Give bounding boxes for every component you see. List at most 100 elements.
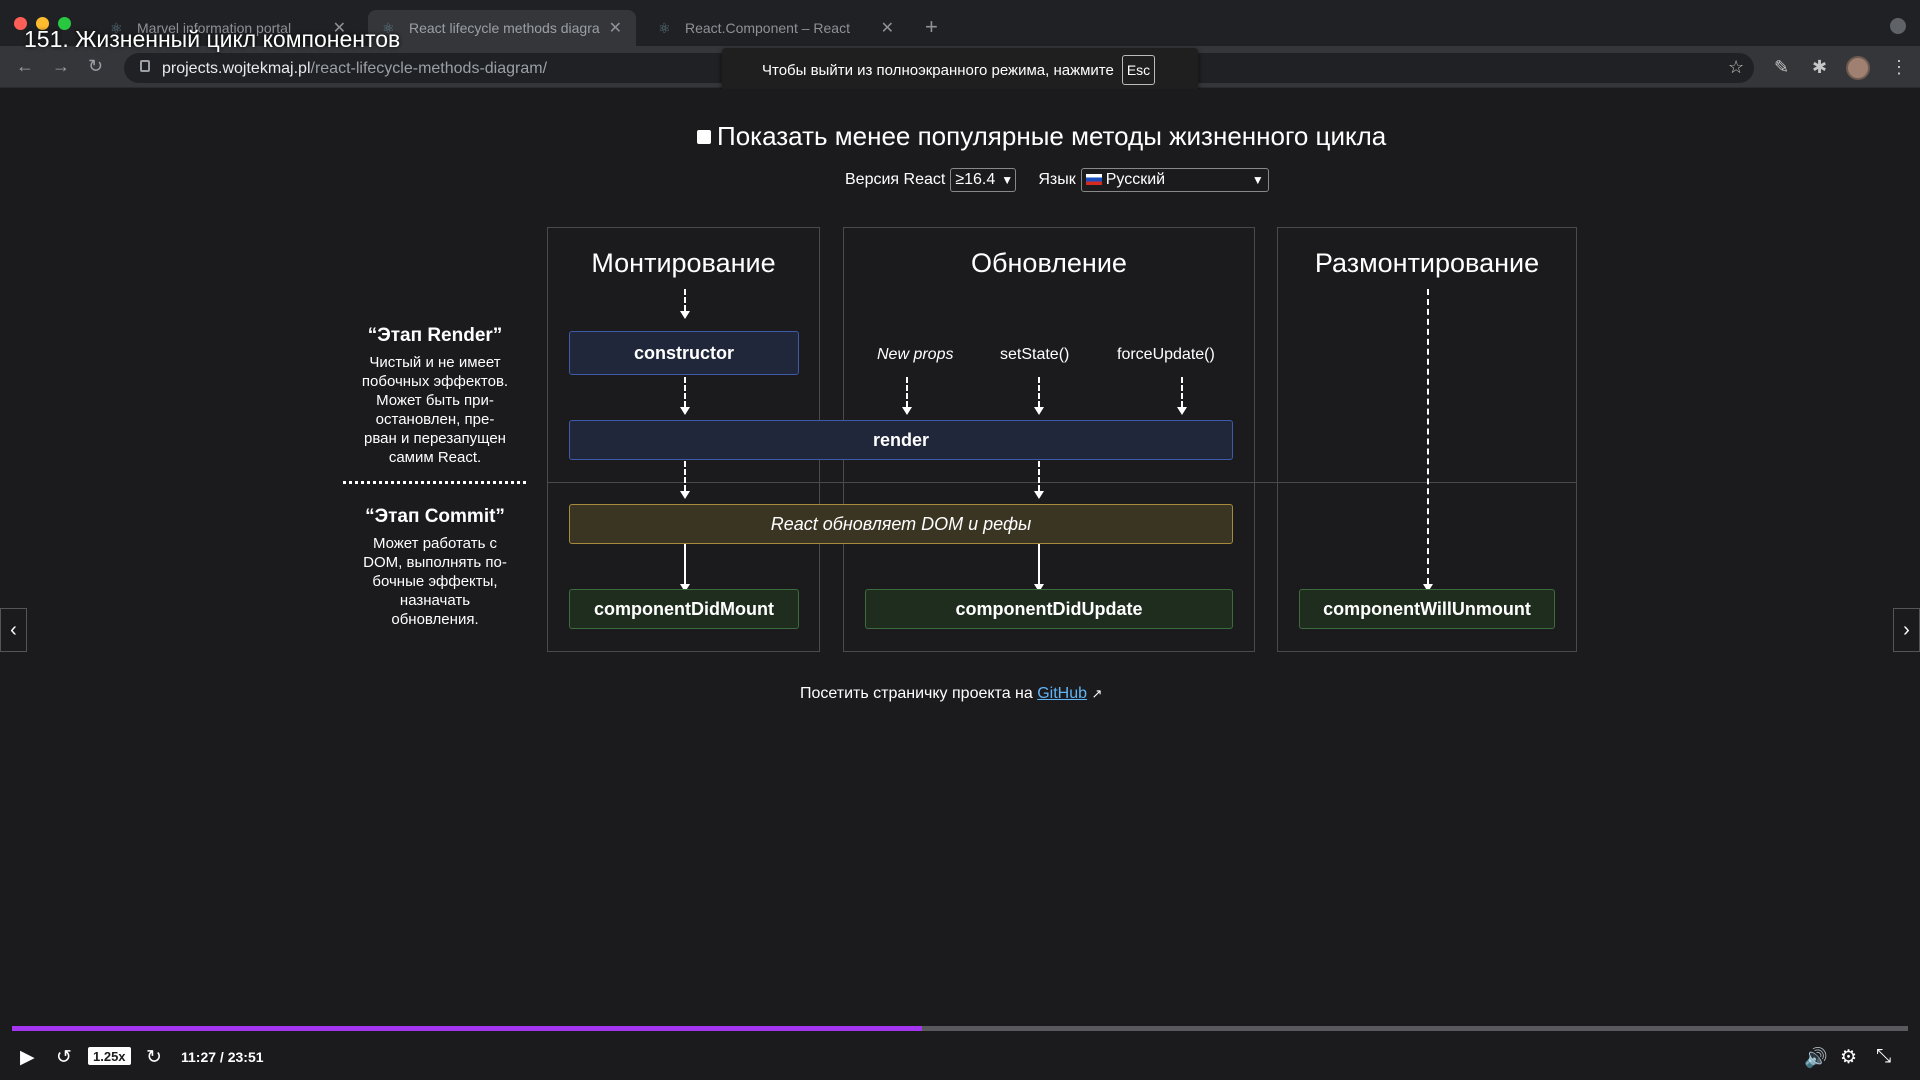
browser-tab-lifecycle[interactable]: ⚛ React lifecycle methods diagra ✕ — [368, 10, 636, 46]
arrow-line — [684, 377, 686, 407]
close-tab-icon[interactable]: ✕ — [881, 18, 894, 38]
render-phase-line: побочных эффектов. — [361, 373, 509, 390]
arrow-line — [1427, 289, 1429, 584]
chevron-down-icon: ▼ — [1001, 173, 1014, 187]
show-less-label: Показать менее популярные методы жизненн… — [717, 121, 1387, 151]
phase-dotted-separator — [343, 481, 526, 484]
force-update-trigger: forceUpdate() — [1117, 346, 1215, 363]
arrow-line — [684, 461, 686, 491]
arrow-head — [1177, 407, 1187, 415]
phase-divider-line — [547, 482, 1577, 483]
language-value: Русский — [1105, 171, 1166, 188]
react-version-select[interactable]: ≥16.4 ▼ — [950, 168, 1017, 192]
close-tab-icon[interactable]: ✕ — [609, 18, 622, 38]
diagram-controls: Версия React ≥16.4 ▼ Язык Русский ▼ — [845, 168, 1269, 192]
commit-phase-line: бочные эффекты, — [372, 573, 498, 590]
playback-time: 11:27 / 23:51 — [181, 1049, 264, 1065]
exit-fullscreen-icon[interactable]: ⤡ — [1876, 1046, 1891, 1068]
render-phase-description: “Этап Render” Чистый и не имеет побочных… — [340, 325, 530, 467]
reload-icon[interactable]: ↻ — [88, 56, 103, 77]
render-phase-line: Чистый и не имеет — [369, 354, 501, 371]
profile-avatar[interactable] — [1846, 56, 1870, 80]
component-will-unmount-box[interactable]: componentWillUnmount — [1299, 589, 1555, 629]
commit-phase-description: “Этап Commit” Может работать с DOM, выпо… — [340, 506, 530, 629]
arrow-line — [906, 377, 908, 407]
new-tab-button[interactable]: + — [925, 14, 938, 40]
commit-phase-title: “Этап Commit” — [365, 506, 505, 527]
arrow-head — [1034, 491, 1044, 499]
rewind-icon[interactable]: ↺ — [56, 1046, 72, 1069]
url-path: /react-lifecycle-methods-diagram/ — [310, 60, 548, 77]
unmounting-title: Размонтирование — [1314, 248, 1540, 278]
set-state-trigger: setState() — [1000, 346, 1070, 363]
url-text: projects.wojtekmaj.pl/react-lifecycle-me… — [162, 60, 547, 78]
fullscreen-exit-banner: Чтобы выйти из полноэкранного режима, на… — [722, 48, 1198, 92]
video-player-controls: ▶ ↺ 1.25x ↻ 11:27 / 23:51 🔊 ⚙ ⤡ — [0, 1019, 1920, 1080]
footer-text: Посетить страничку проекта на — [800, 685, 1033, 702]
github-link[interactable]: GitHub — [1037, 685, 1087, 702]
url-host: projects.wojtekmaj.pl — [162, 60, 311, 77]
mounting-title: Монтирование — [591, 248, 776, 278]
arrow-line — [1038, 377, 1040, 407]
back-arrow-icon[interactable]: ← — [16, 56, 34, 77]
render-phase-line: самим React. — [388, 449, 482, 466]
forward-arrow-icon[interactable]: → — [52, 56, 70, 77]
arrow-head — [680, 491, 690, 499]
forward-icon[interactable]: ↻ — [146, 1046, 162, 1069]
commit-phase-line: Может работать с — [372, 535, 498, 552]
component-did-update-box[interactable]: componentDidUpdate — [865, 589, 1233, 629]
progress-bar[interactable] — [12, 1026, 1908, 1031]
tab-label: React.Component – React — [685, 20, 850, 36]
extensions-puzzle-icon[interactable]: ✱ — [1812, 57, 1827, 78]
render-phase-line: Может быть при- — [376, 392, 494, 409]
chevron-right-icon: › — [1903, 618, 1910, 641]
tab-search-icon[interactable] — [1890, 18, 1906, 34]
browser-tab-react-component[interactable]: ⚛ React.Component – React ✕ — [644, 10, 908, 46]
chevron-down-icon: ▼ — [1251, 173, 1264, 187]
arrow-head — [902, 407, 912, 415]
arrow-line — [684, 544, 686, 584]
tab-label: React lifecycle methods diagra — [409, 20, 600, 36]
language-label: Язык — [1038, 171, 1076, 188]
lifecycle-diagram-page: Показать менее популярные методы жизненн… — [0, 89, 1920, 1019]
render-phase-text: Чистый и не имеет побочных эффектов. Мож… — [340, 353, 530, 467]
constructor-box[interactable]: constructor — [569, 331, 799, 375]
fullscreen-banner-text: Чтобы выйти из полноэкранного режима, на… — [762, 61, 1114, 79]
commit-phase-line: назначать — [399, 592, 471, 609]
volume-icon[interactable]: 🔊 — [1804, 1046, 1828, 1070]
new-props-trigger: New props — [877, 346, 954, 363]
screen: ⚛ Marvel information portal ✕ ⚛ React li… — [0, 0, 1920, 1080]
pen-extension-icon[interactable]: ✎ — [1774, 57, 1789, 78]
render-phase-line: рван и перезапущен — [364, 430, 506, 447]
previous-lecture-button[interactable]: ‹ — [0, 608, 27, 652]
lock-icon — [140, 60, 150, 72]
render-phase-title: “Этап Render” — [367, 325, 503, 346]
chevron-left-icon: ‹ — [10, 618, 17, 641]
show-less-checkbox[interactable] — [697, 129, 711, 144]
course-lecture-title: 151. Жизненный цикл компонентов — [24, 26, 401, 52]
render-box[interactable]: render — [569, 420, 1233, 460]
arrow-head — [680, 407, 690, 415]
progress-fill — [12, 1026, 923, 1031]
esc-key-hint: Esc — [1121, 55, 1156, 85]
next-lecture-button[interactable]: › — [1893, 608, 1920, 652]
settings-gear-icon[interactable]: ⚙ — [1840, 1046, 1857, 1069]
version-label: Версия React — [845, 171, 946, 188]
bookmark-star-icon[interactable]: ☆ — [1728, 57, 1744, 78]
project-footer: Посетить страничку проекта на GitHub ↗ — [800, 685, 1102, 703]
render-phase-line: остановлен, пре- — [375, 411, 495, 428]
language-select[interactable]: Русский ▼ — [1080, 168, 1269, 192]
playback-speed-button[interactable]: 1.25x — [88, 1047, 131, 1065]
updating-title: Обновление — [971, 248, 1127, 278]
arrow-line — [1038, 544, 1040, 584]
component-did-mount-box[interactable]: componentDidMount — [569, 589, 799, 629]
arrow-line — [1181, 377, 1183, 407]
show-less-popular-toggle[interactable]: Показать менее популярные методы жизненн… — [697, 121, 1386, 152]
arrow-head — [1034, 407, 1044, 415]
commit-phase-line: обновления. — [391, 611, 479, 628]
react-version-value: ≥16.4 — [955, 171, 996, 188]
arrow-head — [680, 311, 690, 319]
play-icon[interactable]: ▶ — [20, 1046, 35, 1069]
browser-menu-icon[interactable]: ⋮ — [1890, 57, 1908, 78]
dom-update-box: React обновляет DOM и рефы — [569, 504, 1233, 544]
